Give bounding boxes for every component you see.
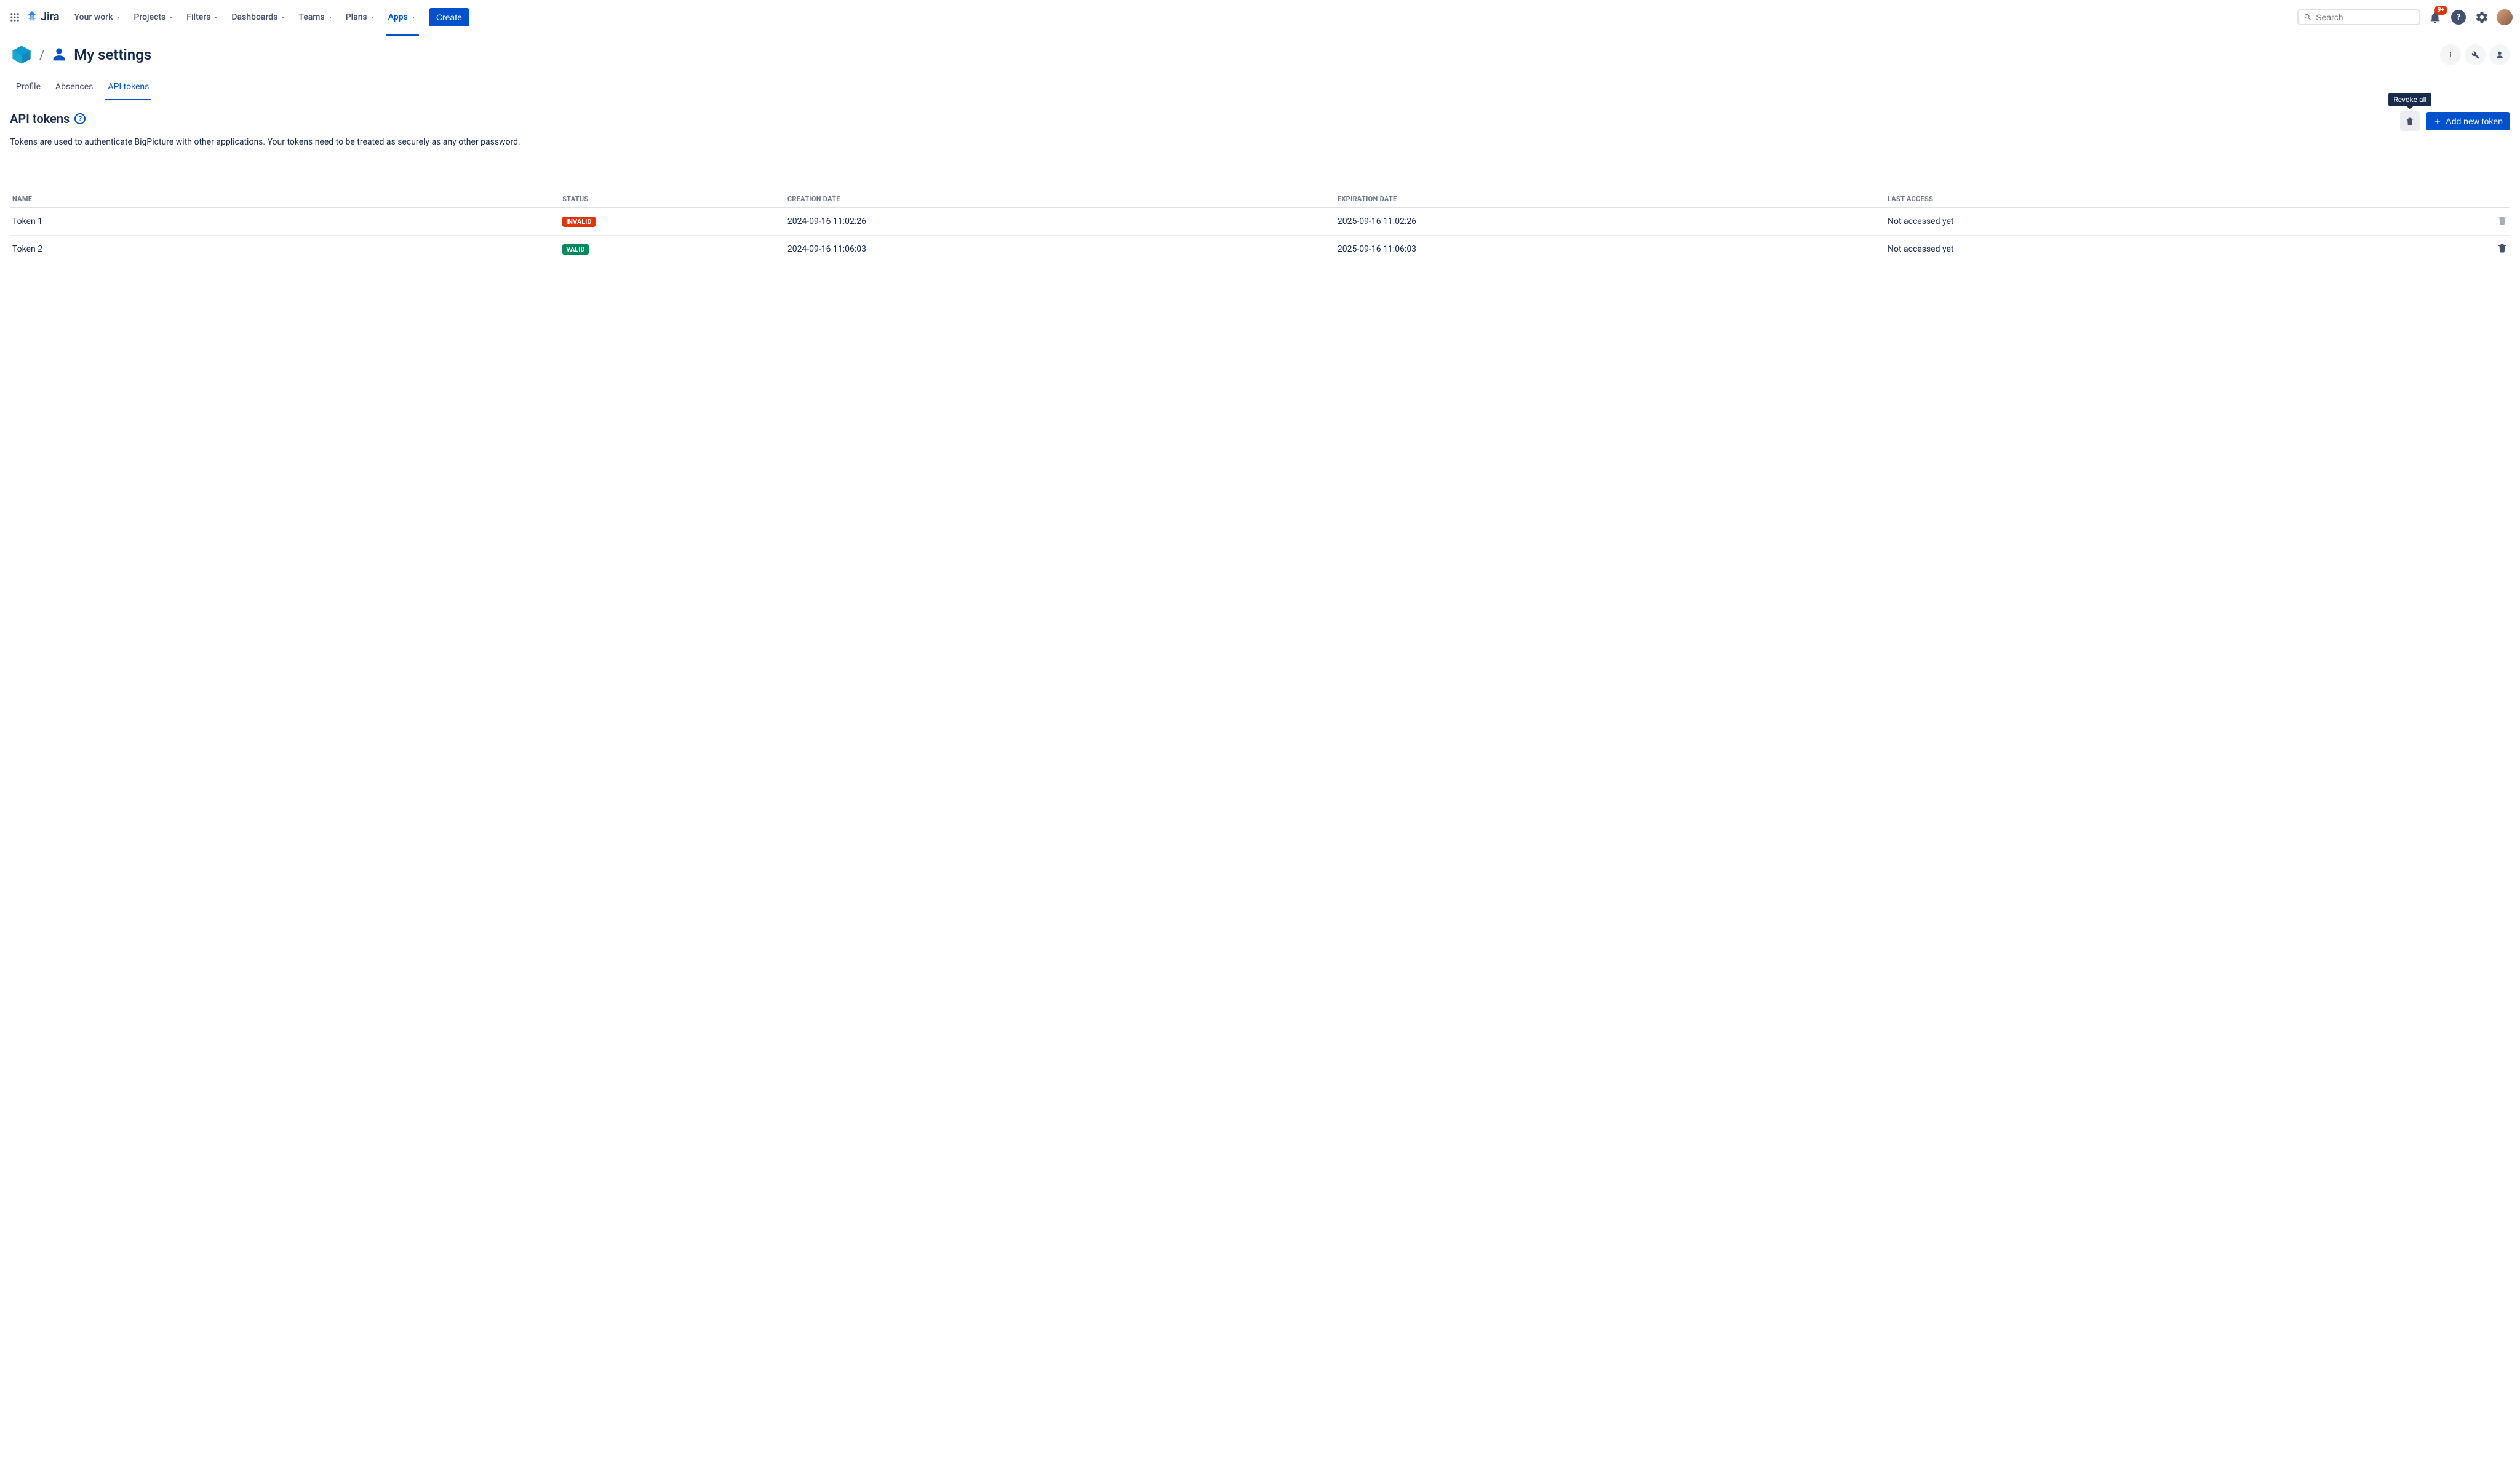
- delete-token-button[interactable]: [2497, 242, 2508, 253]
- page-title: My settings: [74, 46, 151, 63]
- create-button[interactable]: Create: [429, 8, 469, 26]
- nav-item-dashboards[interactable]: Dashboards: [226, 9, 291, 26]
- cell-expires: 2025-09-16 11:02:26: [1335, 207, 1885, 236]
- nav-item-plans[interactable]: Plans: [341, 9, 381, 26]
- nav-links: Your work Projects Filters Dashboards Teams P…: [70, 9, 421, 26]
- cell-last-access: Not accessed yet: [1885, 236, 2435, 263]
- profile-button[interactable]: [2489, 44, 2510, 65]
- cell-status: INVALID: [560, 207, 785, 236]
- top-nav: Jira Your work Projects Filters Dashboards T…: [0, 0, 2520, 34]
- info-icon: [2446, 50, 2455, 60]
- cell-created: 2024-09-16 11:02:26: [785, 207, 1335, 236]
- info-button[interactable]: [2440, 44, 2461, 65]
- table-row: Token 1INVALID 2024-09-16 11:02:262025-09…: [10, 207, 2510, 236]
- user-icon: [50, 46, 68, 63]
- notification-badge: 9+: [2434, 6, 2447, 15]
- th-expiration: EXPIRATION DATE: [1335, 190, 1885, 207]
- cell-name: Token 1: [10, 207, 560, 236]
- table-row: Token 2VALID 2024-09-16 11:06:032025-09-1…: [10, 236, 2510, 263]
- tools-button[interactable]: [2465, 44, 2486, 65]
- nav-item-label: Filters: [186, 12, 210, 22]
- nav-item-label: Your work: [74, 12, 113, 22]
- revoke-all-button[interactable]: [2400, 111, 2420, 131]
- nav-item-filters[interactable]: Filters: [181, 9, 224, 26]
- cell-actions: [2435, 236, 2510, 263]
- search-icon: [2303, 12, 2312, 22]
- section-description: Tokens are used to authenticate BigPictu…: [0, 131, 2520, 147]
- nav-item-your-work[interactable]: Your work: [70, 9, 127, 26]
- wrench-icon: [2470, 50, 2480, 60]
- breadcrumb: / My settings: [10, 43, 151, 66]
- breadcrumb-separator: /: [39, 47, 44, 62]
- bigpicture-icon[interactable]: [10, 43, 33, 66]
- header-actions: [2440, 44, 2510, 65]
- search-box[interactable]: [2297, 9, 2420, 25]
- plus-icon: [2433, 117, 2442, 125]
- chevron-down-icon: [280, 14, 286, 20]
- chevron-down-icon: [213, 14, 219, 20]
- add-token-label: Add new token: [2446, 116, 2503, 126]
- status-badge: INVALID: [562, 217, 595, 227]
- th-creation: CREATION DATE: [785, 190, 1335, 207]
- nav-item-projects[interactable]: Projects: [129, 9, 179, 26]
- settings-button[interactable]: [2473, 9, 2490, 26]
- cell-name: Token 2: [10, 236, 560, 263]
- tokens-table: NAME STATUS CREATION DATE EXPIRATION DAT…: [10, 190, 2510, 263]
- tab-absences[interactable]: Absences: [53, 74, 95, 100]
- avatar[interactable]: [2497, 9, 2513, 25]
- section-title: API tokens: [10, 111, 70, 126]
- cell-actions: [2435, 207, 2510, 236]
- search-input[interactable]: [2316, 12, 2414, 22]
- th-last-access: LAST ACCESS: [1885, 190, 2435, 207]
- th-status: STATUS: [560, 190, 785, 207]
- help-icon: ?: [2451, 10, 2466, 25]
- nav-item-label: Teams: [298, 12, 324, 22]
- cell-expires: 2025-09-16 11:06:03: [1335, 236, 1885, 263]
- nav-item-label: Apps: [388, 12, 408, 22]
- cell-created: 2024-09-16 11:06:03: [785, 236, 1335, 263]
- cell-status: VALID: [560, 236, 785, 263]
- cell-last-access: Not accessed yet: [1885, 207, 2435, 236]
- page-header: / My settings: [0, 34, 2520, 74]
- tab-profile[interactable]: Profile: [14, 74, 43, 100]
- nav-item-label: Plans: [346, 12, 367, 22]
- chevron-down-icon: [115, 14, 121, 20]
- chevron-down-icon: [370, 14, 376, 20]
- nav-item-label: Dashboards: [231, 12, 277, 22]
- section-header: API tokens ? Revoke all Add new token: [0, 100, 2520, 131]
- jira-logo-text: Jira: [41, 10, 60, 23]
- jira-logo[interactable]: Jira: [26, 10, 60, 23]
- app-switcher-icon[interactable]: [7, 10, 22, 25]
- person-icon: [2495, 50, 2505, 60]
- notifications-button[interactable]: 9+: [2426, 9, 2444, 26]
- chevron-down-icon: [327, 14, 333, 20]
- tab-api-tokens[interactable]: API tokens: [105, 74, 151, 100]
- nav-item-teams[interactable]: Teams: [293, 9, 338, 26]
- add-token-button[interactable]: Add new token: [2426, 112, 2510, 130]
- jira-icon: [26, 11, 38, 23]
- nav-item-apps[interactable]: Apps: [383, 9, 421, 26]
- gear-icon: [2475, 10, 2489, 24]
- revoke-all-tooltip: Revoke all: [2388, 93, 2431, 106]
- help-button[interactable]: ?: [2450, 9, 2467, 26]
- chevron-down-icon: [410, 14, 417, 20]
- section-help-icon[interactable]: ?: [74, 113, 86, 124]
- th-name: NAME: [10, 190, 560, 207]
- trash-icon: [2405, 116, 2415, 126]
- nav-item-label: Projects: [134, 12, 165, 22]
- chevron-down-icon: [168, 14, 174, 20]
- delete-token-button[interactable]: [2497, 215, 2508, 226]
- status-badge: VALID: [562, 244, 589, 255]
- settings-tabs: Profile Absences API tokens: [0, 74, 2520, 100]
